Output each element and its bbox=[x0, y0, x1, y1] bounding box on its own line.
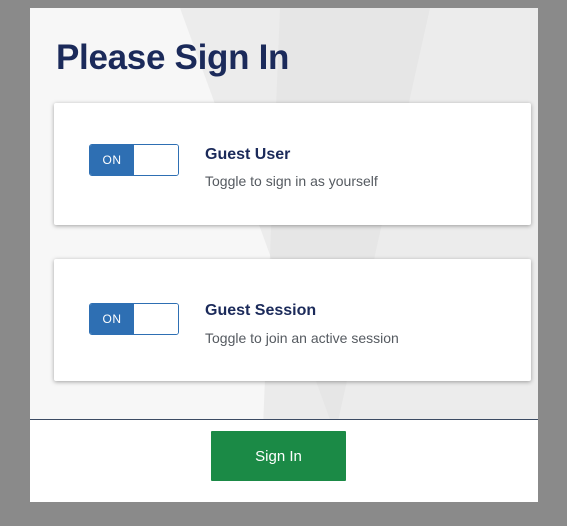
guest-user-toggle[interactable]: ON bbox=[89, 144, 179, 176]
guest-user-card: ON Guest User Toggle to sign in as yours… bbox=[54, 103, 531, 225]
toggle-on-label: ON bbox=[90, 304, 134, 334]
guest-session-card: ON Guest Session Toggle to join an activ… bbox=[54, 259, 531, 381]
guest-user-title: Guest User bbox=[205, 146, 291, 163]
page-title: Please Sign In bbox=[56, 38, 290, 77]
sign-in-panel: Please Sign In ON Guest User Toggle to s… bbox=[30, 8, 538, 502]
footer-bar: Sign In bbox=[30, 419, 538, 502]
toggle-knob bbox=[134, 304, 178, 334]
guest-session-description: Toggle to join an active session bbox=[205, 330, 399, 346]
guest-session-title: Guest Session bbox=[205, 302, 317, 319]
guest-user-description: Toggle to sign in as yourself bbox=[205, 173, 378, 189]
toggle-on-label: ON bbox=[90, 145, 134, 175]
sign-in-button[interactable]: Sign In bbox=[211, 431, 346, 481]
guest-session-toggle[interactable]: ON bbox=[89, 303, 179, 335]
toggle-knob bbox=[134, 145, 178, 175]
